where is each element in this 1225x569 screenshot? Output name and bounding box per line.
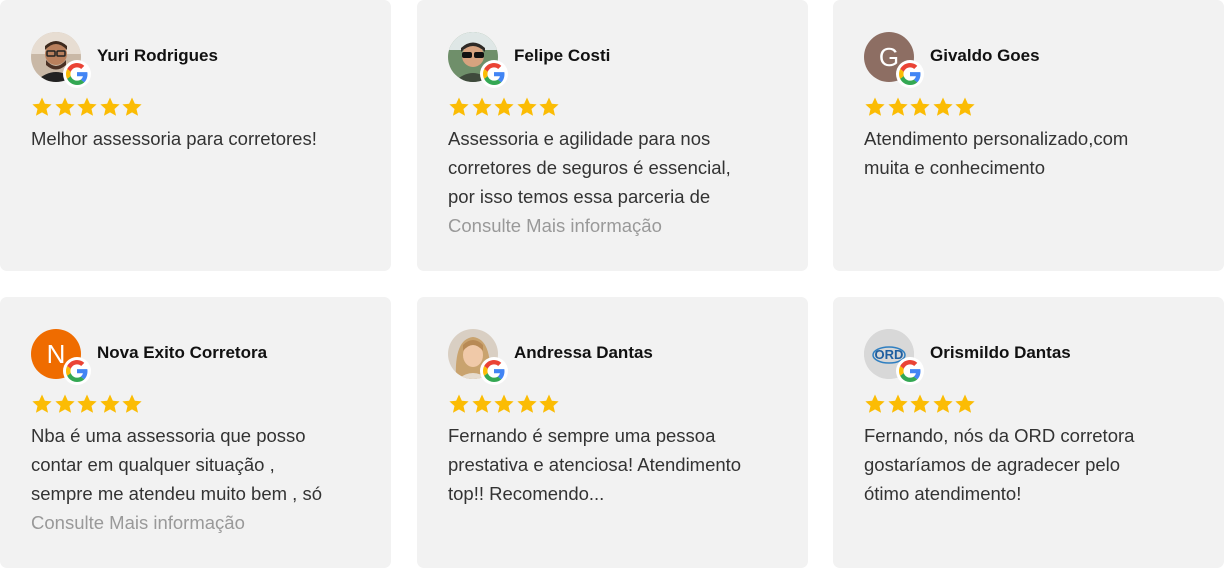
avatar[interactable]: [448, 32, 508, 88]
star-icon: [932, 393, 955, 415]
reviewer-name[interactable]: Yuri Rodrigues: [97, 46, 218, 66]
review-text-line: ótimo atendimento!: [864, 483, 1022, 504]
avatar[interactable]: N: [31, 329, 91, 385]
rating-stars: [864, 393, 1200, 415]
rating-stars: [448, 393, 784, 415]
review-header: Felipe Costi: [448, 28, 784, 88]
star-icon: [954, 96, 977, 118]
star-icon: [887, 393, 910, 415]
google-icon: [480, 60, 508, 88]
review-card: Yuri Rodrigues Melhor assessoria para co…: [0, 0, 391, 271]
star-icon: [31, 393, 54, 415]
review-text-line: prestativa e atenciosa! Atendimento: [448, 454, 742, 475]
review-text: Atendimento personalizado,com muita e co…: [864, 124, 1200, 182]
reviewer-name[interactable]: Andressa Dantas: [514, 343, 653, 363]
star-icon: [493, 96, 516, 118]
review-text: Melhor assessoria para corretores!: [31, 124, 367, 153]
rating-stars: [864, 96, 1200, 118]
star-icon: [932, 96, 955, 118]
review-header: Yuri Rodrigues: [31, 28, 367, 88]
google-icon: [480, 357, 508, 385]
review-text-line: Nba é uma assessoria que posso: [31, 425, 306, 446]
review-text: Nba é uma assessoria que posso contar em…: [31, 421, 367, 537]
review-card: ORD Orismildo Dantas Fernando, nós da OR…: [833, 297, 1224, 568]
review-text-line: top!! Recomendo...: [448, 483, 605, 504]
star-icon: [887, 96, 910, 118]
star-icon: [516, 393, 539, 415]
review-text: Fernando é sempre uma pessoa prestativa …: [448, 421, 784, 508]
google-icon: [63, 60, 91, 88]
review-text: Fernando, nós da ORD corretora gostaríam…: [864, 421, 1200, 508]
review-text-line: gostaríamos de agradecer pelo: [864, 454, 1121, 475]
review-text-line: muita e conhecimento: [864, 157, 1045, 178]
star-icon: [76, 393, 99, 415]
star-icon: [54, 393, 77, 415]
review-header: Andressa Dantas: [448, 325, 784, 385]
google-icon: [63, 357, 91, 385]
star-icon: [121, 96, 144, 118]
google-icon: [896, 357, 924, 385]
star-icon: [76, 96, 99, 118]
reviewer-name[interactable]: Nova Exito Corretora: [97, 343, 267, 363]
review-text-line: corretores de seguros é essencial,: [448, 157, 731, 178]
star-icon: [864, 393, 887, 415]
review-card: G Givaldo Goes Atendimento personalizado…: [833, 0, 1224, 271]
reviewer-name[interactable]: Orismildo Dantas: [930, 343, 1071, 363]
review-text-line: Atendimento personalizado,com: [864, 128, 1129, 149]
reviewer-name[interactable]: Felipe Costi: [514, 46, 610, 66]
star-icon: [493, 393, 516, 415]
review-text-line: Melhor assessoria para corretores!: [31, 128, 317, 149]
review-text: Assessoria e agilidade para nos corretor…: [448, 124, 784, 240]
review-text-line: por isso temos essa parceria de: [448, 186, 711, 207]
star-icon: [909, 393, 932, 415]
star-icon: [954, 393, 977, 415]
review-header: ORD Orismildo Dantas: [864, 325, 1200, 385]
review-header: N Nova Exito Corretora: [31, 325, 367, 385]
reviews-grid: Yuri Rodrigues Melhor assessoria para co…: [0, 0, 1225, 569]
rating-stars: [31, 393, 367, 415]
avatar[interactable]: [448, 329, 508, 385]
rating-stars: [448, 96, 784, 118]
review-card: Andressa Dantas Fernando é sempre uma pe…: [417, 297, 808, 568]
rating-stars: [31, 96, 367, 118]
star-icon: [54, 96, 77, 118]
star-icon: [516, 96, 539, 118]
star-icon: [99, 393, 122, 415]
read-more-link[interactable]: Consulte Mais informação: [31, 508, 367, 537]
avatar[interactable]: [31, 32, 91, 88]
review-text-line: Assessoria e agilidade para nos: [448, 128, 711, 149]
review-text-line: Fernando é sempre uma pessoa: [448, 425, 716, 446]
star-icon: [909, 96, 932, 118]
read-more-link[interactable]: Consulte Mais informação: [448, 211, 784, 240]
star-icon: [31, 96, 54, 118]
avatar[interactable]: G: [864, 32, 924, 88]
review-text-line: sempre me atendeu muito bem , só: [31, 483, 323, 504]
star-icon: [121, 393, 144, 415]
star-icon: [538, 96, 561, 118]
star-icon: [471, 96, 494, 118]
review-text-line: Fernando, nós da ORD corretora: [864, 425, 1135, 446]
review-card: Felipe Costi Assessoria e agilidade para…: [417, 0, 808, 271]
avatar[interactable]: ORD: [864, 329, 924, 385]
star-icon: [99, 96, 122, 118]
review-text-line: contar em qualquer situação ,: [31, 454, 275, 475]
google-icon: [896, 60, 924, 88]
review-header: G Givaldo Goes: [864, 28, 1200, 88]
star-icon: [448, 96, 471, 118]
star-icon: [471, 393, 494, 415]
reviewer-name[interactable]: Givaldo Goes: [930, 46, 1040, 66]
star-icon: [538, 393, 561, 415]
review-card: N Nova Exito Corretora Nba é uma assesso…: [0, 297, 391, 568]
star-icon: [448, 393, 471, 415]
star-icon: [864, 96, 887, 118]
